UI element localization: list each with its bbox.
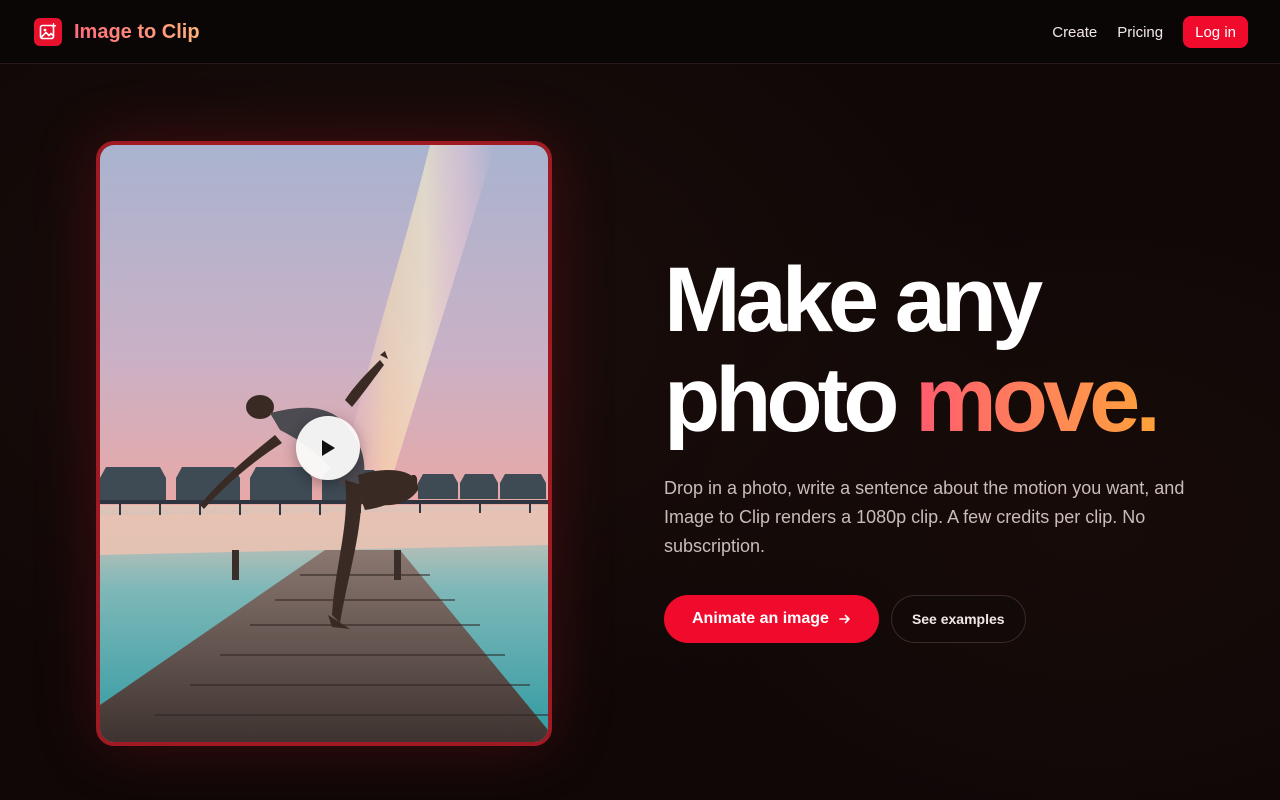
- nav-links: Create Pricing Log in: [1052, 16, 1248, 48]
- play-icon: [322, 440, 335, 456]
- nav-create-link[interactable]: Create: [1052, 24, 1097, 41]
- animate-image-button[interactable]: Animate an image: [664, 595, 879, 643]
- nav-pricing-link[interactable]: Pricing: [1117, 24, 1163, 41]
- brand-name: Image to Clip: [74, 20, 200, 43]
- login-button[interactable]: Log in: [1183, 16, 1248, 48]
- arrow-right-icon: [839, 612, 851, 627]
- image-sparkle-icon: [34, 18, 62, 46]
- headline-accent-word: move.: [915, 349, 1161, 451]
- hero-headline: Make any photo move.: [664, 250, 1224, 450]
- headline-line-1: Make any: [664, 249, 1043, 351]
- headline-line-2: photo: [664, 349, 915, 451]
- play-button[interactable]: [296, 416, 360, 480]
- top-nav-bar: Image to Clip Create Pricing Log in: [0, 0, 1280, 64]
- brand-logo-link[interactable]: Image to Clip: [34, 18, 200, 46]
- hero-section: Make any photo move. Drop in a photo, wr…: [664, 250, 1224, 643]
- animate-image-label: Animate an image: [692, 610, 829, 627]
- see-examples-button[interactable]: See examples: [890, 595, 1026, 643]
- cta-row: Animate an image See examples: [664, 595, 1224, 643]
- preview-media-card[interactable]: [96, 141, 552, 746]
- hero-description: Drop in a photo, write a sentence about …: [664, 478, 1185, 556]
